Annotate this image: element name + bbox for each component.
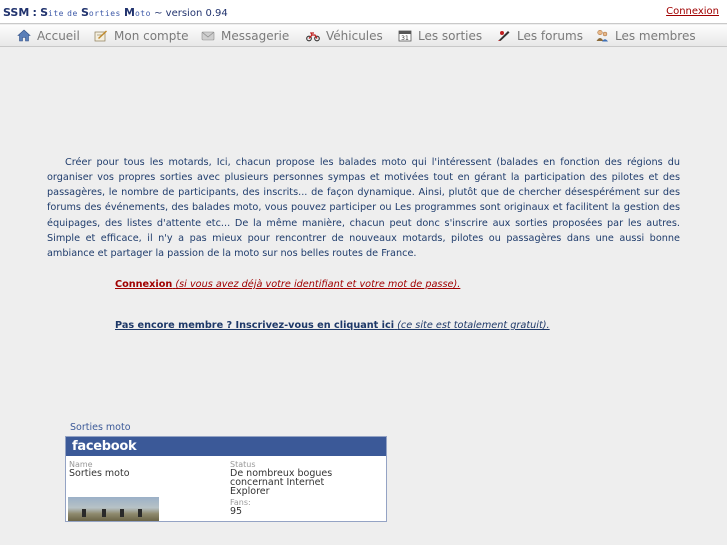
account-icon bbox=[94, 29, 108, 42]
nav-item-label: Les membres bbox=[615, 29, 696, 43]
intro-paragraph: Créer pour tous les motards, Ici, chacun… bbox=[47, 156, 680, 259]
fb-fans-value: 95 bbox=[230, 506, 243, 517]
login-link-note: (si vous avez déjà votre identifiant et … bbox=[175, 279, 461, 290]
nav-item-les-sorties[interactable]: 31 Les sorties bbox=[398, 29, 482, 45]
register-link-note: (ce site est totalement gratuit). bbox=[397, 320, 550, 331]
login-link-label: Connexion bbox=[115, 279, 173, 290]
calendar-icon: 31 bbox=[398, 29, 412, 42]
login-link-top[interactable]: Connexion bbox=[666, 6, 719, 17]
nav-item-les-forums[interactable]: Les forums bbox=[497, 29, 583, 45]
nav-item-mon-compte[interactable]: Mon compte bbox=[94, 29, 188, 45]
main-nav: Accueil Mon compte Messagerie Véhicules … bbox=[0, 25, 727, 47]
nav-item-accueil[interactable]: Accueil bbox=[17, 29, 80, 45]
site-brand: SSM : Site de Sorties Moto ~ version 0.9… bbox=[3, 6, 228, 19]
nav-item-les-membres[interactable]: Les membres bbox=[595, 29, 696, 45]
top-bar: SSM : Site de Sorties Moto ~ version 0.9… bbox=[0, 0, 727, 24]
mail-icon bbox=[201, 29, 215, 42]
brand-separator: : bbox=[32, 6, 37, 19]
site-version: ~ version 0.94 bbox=[154, 8, 228, 19]
register-link-label: Pas encore membre ? Inscrivez-vous en cl… bbox=[115, 320, 395, 331]
nav-item-label: Messagerie bbox=[221, 29, 290, 43]
facebook-badge-title[interactable]: Sorties moto bbox=[70, 422, 131, 433]
facebook-logo: facebook bbox=[66, 437, 386, 456]
members-icon bbox=[595, 29, 609, 42]
brand-word: Site bbox=[40, 6, 64, 19]
motorcycle-icon bbox=[306, 29, 320, 42]
brand-word: Sorties bbox=[80, 6, 121, 19]
register-link[interactable]: Pas encore membre ? Inscrivez-vous en cl… bbox=[115, 320, 550, 331]
home-icon bbox=[17, 29, 31, 42]
nav-item-label: Les forums bbox=[517, 29, 583, 43]
login-link[interactable]: Connexion (si vous avez déjà votre ident… bbox=[115, 279, 460, 290]
svg-text:31: 31 bbox=[401, 35, 409, 42]
fb-name-value: Sorties moto bbox=[69, 468, 130, 479]
fb-profile-photo bbox=[68, 497, 159, 521]
nav-item-label: Accueil bbox=[37, 29, 80, 43]
nav-item-label: Mon compte bbox=[114, 29, 189, 43]
nav-item-vehicules[interactable]: Véhicules bbox=[306, 29, 383, 45]
facebook-badge[interactable]: facebook Name Sorties moto Status De nom… bbox=[65, 436, 387, 522]
brand-word: de bbox=[67, 9, 78, 18]
nav-item-messagerie[interactable]: Messagerie bbox=[201, 29, 289, 45]
forum-icon bbox=[497, 29, 511, 42]
brand-short: SSM bbox=[3, 6, 30, 19]
nav-item-label: Les sorties bbox=[418, 29, 483, 43]
brand-word: Moto bbox=[124, 6, 151, 19]
fb-status-line: Explorer bbox=[230, 486, 270, 497]
nav-item-label: Véhicules bbox=[326, 29, 383, 43]
